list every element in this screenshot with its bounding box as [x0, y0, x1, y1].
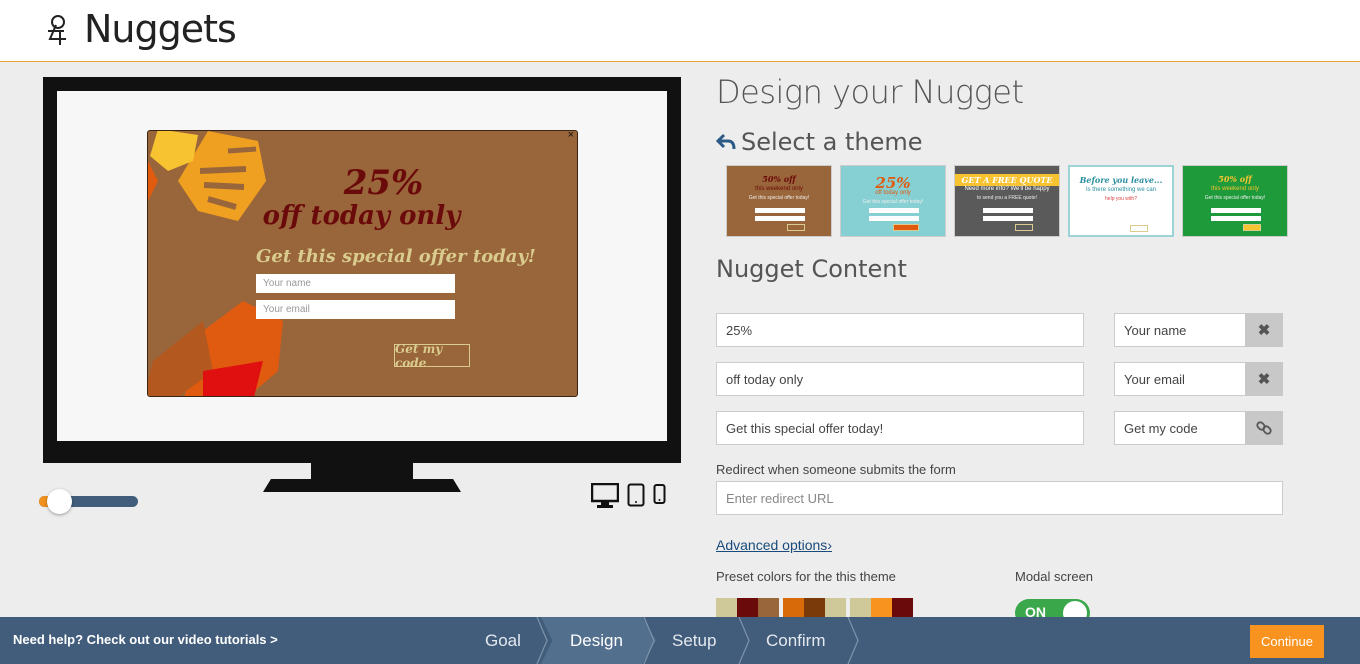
- theme-section-label: Select a theme: [741, 128, 923, 156]
- popup-name-input[interactable]: Your name: [256, 274, 455, 293]
- preset-color-group[interactable]: [850, 598, 913, 618]
- theme-line-3: Get this special offer today!: [1204, 195, 1266, 201]
- theme-line-2: Is there something we can: [1085, 187, 1157, 193]
- step-divider-icon: [847, 617, 859, 664]
- theme-line-2: Need more info? We'll be happy: [964, 186, 1050, 192]
- step-divider-icon: [536, 617, 548, 664]
- step-setup[interactable]: Setup: [672, 617, 716, 664]
- advanced-options-label: Advanced options: [716, 537, 828, 553]
- back-arrow-icon[interactable]: [716, 133, 736, 151]
- headline-input[interactable]: 25%: [716, 313, 1084, 347]
- help-link[interactable]: Need help? Check out our video tutorials…: [13, 632, 278, 647]
- phone-icon[interactable]: [653, 483, 666, 510]
- tablet-icon[interactable]: [627, 483, 645, 512]
- popup-email-input[interactable]: Your email: [256, 300, 455, 319]
- color-swatch: [804, 598, 825, 618]
- theme-line-2: off today only: [875, 190, 911, 196]
- monitor-base: [263, 479, 461, 492]
- redirect-url-input[interactable]: Enter redirect URL: [716, 481, 1283, 515]
- remove-email-field-icon[interactable]: ✖: [1245, 362, 1283, 396]
- step-divider-icon: [738, 617, 750, 664]
- preset-color-group[interactable]: [716, 598, 779, 618]
- logo-text: Nuggets: [84, 7, 237, 51]
- theme-line-2: this weekend only: [1211, 186, 1259, 192]
- email-field-label: Your email: [1124, 371, 1185, 387]
- link-icon[interactable]: [1245, 411, 1283, 445]
- nugget-popup-preview: × 25% off today only Get this special of…: [147, 130, 578, 397]
- popup-offer-text: Get this special offer today!: [256, 246, 536, 267]
- color-swatch: [737, 598, 758, 618]
- continue-button[interactable]: Continue: [1250, 625, 1324, 658]
- step-divider-icon: [643, 617, 655, 664]
- popup-subheadline: off today only: [262, 201, 461, 231]
- theme-thumbnail-autumn[interactable]: 50% off this weekend only Get this special…: [726, 165, 832, 237]
- preset-color-group[interactable]: [783, 598, 846, 618]
- theme-line-3: to send you a FREE quote!: [976, 195, 1038, 201]
- theme-line-3: help you with?: [1105, 196, 1137, 202]
- button-text-input[interactable]: Get my code: [1114, 411, 1283, 445]
- preset-colors-label: Preset colors for the this theme: [716, 569, 896, 584]
- theme-line-1: Before you leave...: [1079, 175, 1163, 185]
- popup-submit-button[interactable]: Get my code: [394, 342, 470, 370]
- monitor-preview: × 25% off today only Get this special of…: [43, 77, 681, 463]
- theme-line-1: 50% off: [1218, 174, 1252, 184]
- page-title: Design your Nugget: [716, 73, 1024, 111]
- color-swatch: [716, 598, 737, 618]
- button-text-label: Get my code: [1124, 420, 1198, 436]
- theme-line-3: Get this special offer today!: [748, 195, 810, 201]
- popup-close-icon[interactable]: ×: [568, 131, 574, 141]
- content-section-title: Nugget Content: [716, 255, 907, 283]
- theme-thumbnail-green[interactable]: 50% off this weekend only Get this special…: [1182, 165, 1288, 237]
- color-swatch: [758, 598, 779, 618]
- modal-screen-label: Modal screen: [1015, 569, 1094, 584]
- theme-line-1: GET A FREE QUOTE: [961, 175, 1053, 185]
- nuggets-logo[interactable]: Nuggets: [46, 4, 237, 54]
- color-swatch: [850, 598, 871, 618]
- color-swatch: [871, 598, 892, 618]
- theme-thumbnail-letter[interactable]: Before you leave... Is there something we…: [1068, 165, 1174, 237]
- top-bar: Nuggets: [0, 0, 1360, 62]
- theme-picker: 50% off this weekend only Get this special…: [726, 165, 1288, 237]
- chevron-right-icon: ›: [827, 537, 832, 553]
- offer-input[interactable]: Get this special offer today!: [716, 411, 1084, 445]
- name-field-label: Your name: [1124, 322, 1187, 338]
- email-field-input[interactable]: Your email ✖: [1114, 362, 1283, 396]
- theme-line-1: 50% off: [762, 174, 796, 184]
- theme-section-title: Select a theme: [716, 128, 923, 156]
- theme-line-3: Get this special offer today!: [862, 199, 924, 205]
- slider-handle[interactable]: [47, 489, 72, 514]
- footer-bar: Need help? Check out our video tutorials…: [0, 617, 1360, 664]
- color-swatch: [825, 598, 846, 618]
- subheadline-input[interactable]: off today only: [716, 362, 1084, 396]
- desktop-icon[interactable]: [590, 482, 620, 514]
- redirect-label: Redirect when someone submits the form: [716, 462, 956, 477]
- logo-mark-icon: [46, 11, 82, 47]
- color-swatch: [892, 598, 913, 618]
- step-design[interactable]: Design: [570, 617, 623, 664]
- popup-headline: 25%: [343, 163, 424, 203]
- preview-screen: × 25% off today only Get this special of…: [57, 91, 667, 441]
- theme-thumbnail-teal[interactable]: 25% off today only Get this special offer …: [840, 165, 946, 237]
- step-confirm[interactable]: Confirm: [766, 617, 826, 664]
- theme-thumbnail-quote[interactable]: GET A FREE QUOTE Need more info? We'll be…: [954, 165, 1060, 237]
- theme-line-2: this weekend only: [755, 186, 803, 192]
- advanced-options-link[interactable]: Advanced options›: [716, 537, 832, 553]
- name-field-input[interactable]: Your name ✖: [1114, 313, 1283, 347]
- remove-name-field-icon[interactable]: ✖: [1245, 313, 1283, 347]
- step-goal[interactable]: Goal: [485, 617, 521, 664]
- color-swatch: [783, 598, 804, 618]
- monitor-stand: [311, 463, 413, 479]
